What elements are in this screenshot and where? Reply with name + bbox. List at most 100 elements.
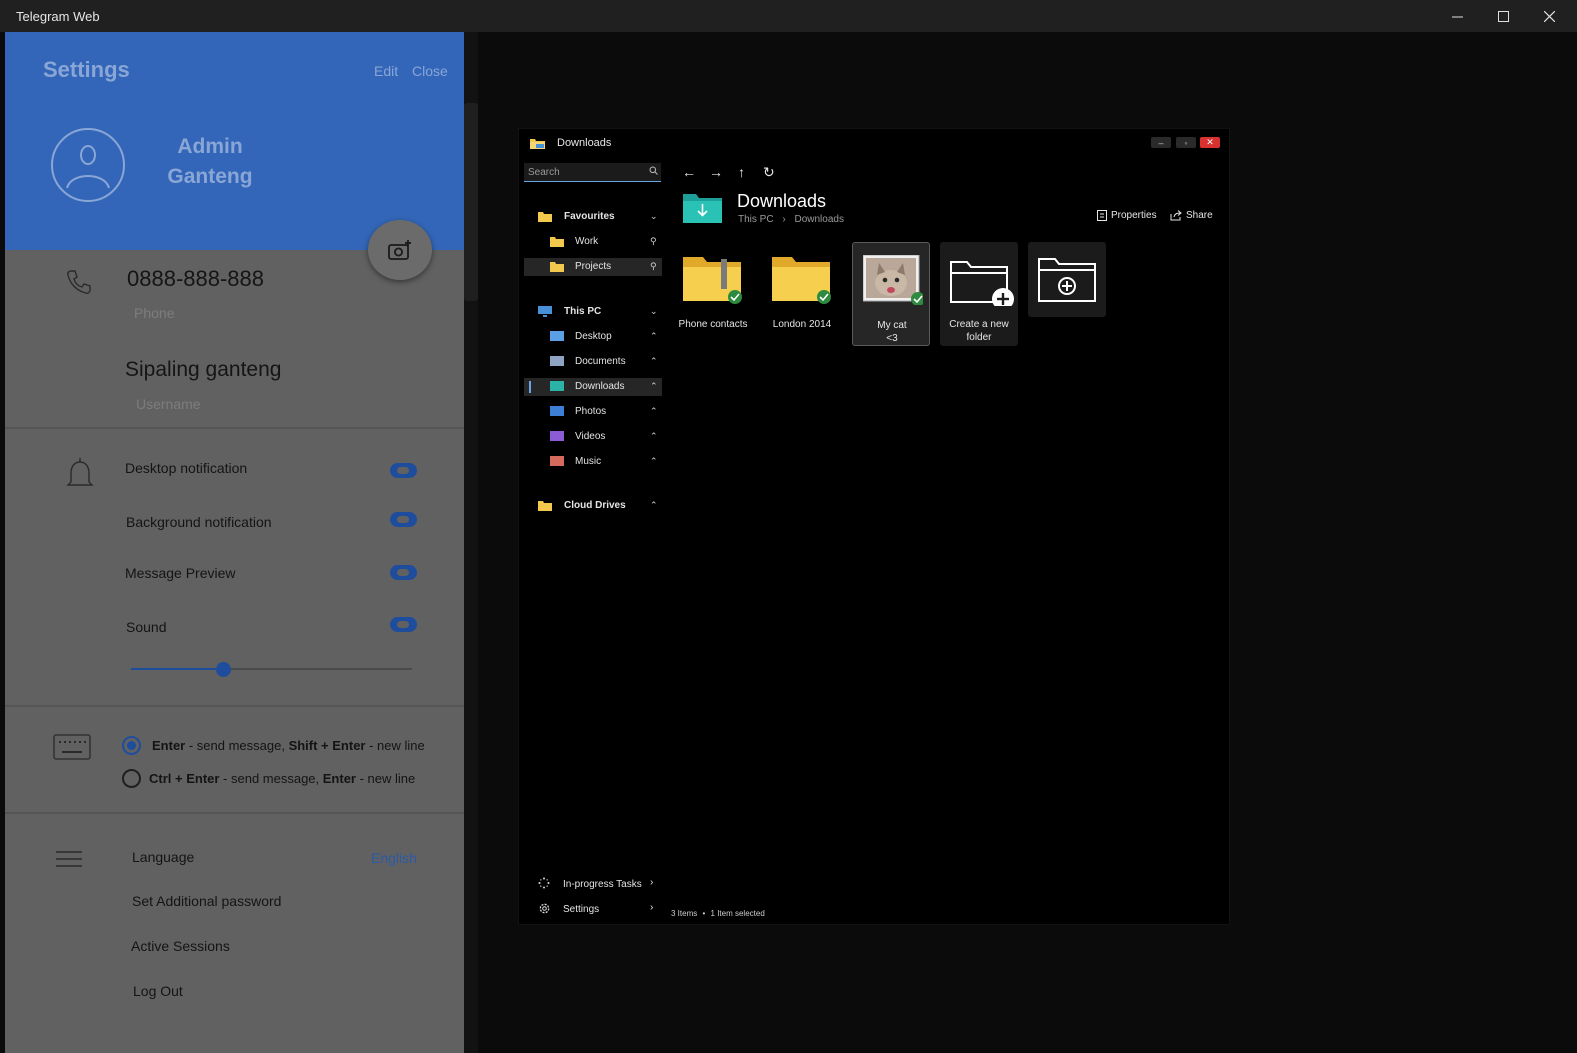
send-enter-radio[interactable]: [122, 736, 141, 755]
file-explorer-window: Downloads – ◦ ✕ Favourites ⌄ Work ⚲ Proj…: [518, 128, 1230, 925]
folder-icon: [530, 139, 545, 149]
settings-header: Settings Edit Close Admin Ganteng: [5, 32, 464, 250]
status-bar: 3 Items • 1 Item selected: [671, 909, 765, 918]
send-enter-option[interactable]: Enter - send message, Shift + Enter - ne…: [152, 738, 425, 753]
add-folder-button[interactable]: [1028, 242, 1106, 317]
share-button[interactable]: Share: [1170, 210, 1213, 221]
language-label[interactable]: Language: [132, 849, 194, 865]
nav-work[interactable]: Work ⚲: [524, 233, 662, 251]
nav-music[interactable]: Music ⌃: [524, 453, 662, 471]
selection-indicator: [529, 381, 531, 393]
window-close-button[interactable]: [1526, 0, 1572, 32]
set-additional-password[interactable]: Set Additional password: [132, 893, 281, 909]
spinner-icon: [538, 877, 550, 889]
nav-projects[interactable]: Projects ⚲: [524, 258, 662, 276]
tile-label: Create a new folder: [949, 319, 1009, 343]
breadcrumb-downloads[interactable]: Downloads: [794, 214, 843, 225]
search-icon: [649, 166, 658, 175]
background-notification-toggle[interactable]: [390, 512, 417, 527]
star-folder-icon: [538, 212, 552, 222]
user-icon: [66, 145, 110, 189]
window-titlebar: Telegram Web: [0, 0, 1577, 32]
message-preview-label: Message Preview: [125, 565, 236, 581]
explorer-minimize-button[interactable]: –: [1151, 137, 1171, 148]
page-title: Settings: [43, 57, 130, 82]
back-button[interactable]: ←: [682, 164, 696, 180]
add-folder-icon: [1038, 258, 1096, 302]
camera-add-icon: [388, 240, 411, 260]
pin-icon[interactable]: ⚲: [650, 261, 657, 272]
desktop-notification-toggle[interactable]: [390, 463, 417, 478]
properties-icon: [1097, 210, 1107, 221]
close-icon: [1543, 10, 1555, 22]
nav-favourites[interactable]: Favourites ⌄: [524, 208, 662, 226]
new-folder-icon: [950, 261, 1014, 306]
close-settings-button[interactable]: Close: [412, 63, 448, 79]
menu-icon: [56, 851, 82, 867]
edit-button[interactable]: Edit: [374, 63, 398, 79]
scrollbar-thumb[interactable]: [464, 103, 478, 301]
language-value[interactable]: English: [371, 850, 417, 866]
gear-icon: [539, 903, 550, 914]
settings-panel: Settings Edit Close Admin Ganteng 0888-8…: [5, 32, 464, 1053]
avatar[interactable]: [51, 128, 125, 202]
profile-name: Admin Ganteng: [167, 135, 253, 188]
log-out[interactable]: Log Out: [133, 983, 183, 999]
videos-icon: [550, 431, 564, 441]
file-name: Phone contacts: [678, 319, 748, 330]
photos-icon: [550, 406, 564, 416]
phone-number: 0888-888-888: [127, 266, 265, 291]
folder-icon: [772, 257, 831, 304]
chevron-right-icon: ›: [650, 902, 654, 913]
refresh-button[interactable]: ↻: [763, 164, 775, 181]
breadcrumb-this-pc[interactable]: This PC: [738, 214, 774, 225]
cat-image-thumbnail: [863, 255, 923, 305]
sound-toggle[interactable]: [390, 617, 417, 632]
nav-cloud-drives[interactable]: Cloud Drives ⌃: [524, 497, 662, 515]
share-icon: [1170, 210, 1182, 221]
search-input[interactable]: [528, 165, 638, 180]
nav-videos[interactable]: Videos ⌃: [524, 428, 662, 446]
zip-folder-icon: [683, 257, 742, 304]
forward-button[interactable]: →: [709, 164, 723, 180]
pin-icon[interactable]: ⚲: [650, 236, 657, 247]
nav-downloads[interactable]: Downloads ⌃: [524, 378, 662, 396]
folder-icon: [550, 237, 564, 247]
desktop-icon: [550, 331, 564, 341]
up-button[interactable]: ↑: [738, 164, 745, 180]
file-tile-phone-contacts[interactable]: Phone contacts: [674, 242, 752, 346]
volume-slider-fill: [131, 668, 224, 670]
desktop-notification-label: Desktop notification: [125, 460, 248, 476]
nav-this-pc[interactable]: This PC ⌄: [524, 303, 662, 321]
username: Sipaling ganteng: [125, 358, 282, 381]
create-new-folder-button[interactable]: Create a new folder: [940, 242, 1018, 346]
volume-slider-thumb[interactable]: [216, 662, 231, 677]
explorer-close-button[interactable]: ✕: [1200, 137, 1220, 148]
nav-photos[interactable]: Photos ⌃: [524, 403, 662, 421]
window-title: Telegram Web: [16, 9, 100, 24]
chevron-down-icon: ⌄: [650, 306, 658, 316]
explorer-search[interactable]: [524, 163, 661, 182]
explorer-maximize-button[interactable]: ◦: [1176, 137, 1196, 148]
file-name: My cat <3: [877, 320, 907, 344]
explorer-settings-button[interactable]: Settings ›: [524, 901, 662, 919]
in-progress-tasks-button[interactable]: In-progress Tasks ›: [524, 876, 662, 894]
minimize-button[interactable]: [1434, 0, 1480, 32]
change-photo-button[interactable]: [368, 220, 432, 280]
nav-desktop[interactable]: Desktop ⌃: [524, 328, 662, 346]
background-notification-label: Background notification: [126, 514, 272, 530]
file-tile-my-cat[interactable]: My cat <3: [852, 242, 930, 346]
divider: [5, 705, 464, 707]
file-tile-london-2014[interactable]: London 2014: [763, 242, 841, 346]
send-ctrl-enter-radio[interactable]: [122, 769, 141, 788]
maximize-button[interactable]: [1480, 0, 1526, 32]
send-ctrl-enter-option[interactable]: Ctrl + Enter - send message, Enter - new…: [149, 771, 415, 786]
message-preview-toggle[interactable]: [390, 565, 417, 580]
properties-button[interactable]: Properties: [1097, 210, 1157, 221]
maximize-icon: [1497, 10, 1509, 22]
keyboard-icon: [53, 734, 91, 760]
nav-documents[interactable]: Documents ⌃: [524, 353, 662, 371]
chevron-up-icon: ⌃: [650, 356, 658, 366]
chevron-up-icon: ⌃: [650, 381, 658, 391]
active-sessions[interactable]: Active Sessions: [131, 938, 230, 954]
